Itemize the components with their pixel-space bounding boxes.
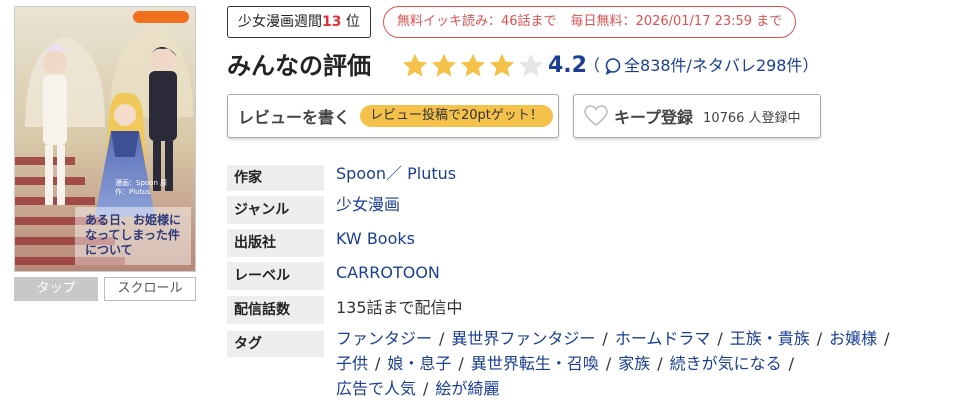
rating-stars — [401, 52, 545, 80]
episodes-label: 配信話数 — [227, 296, 324, 324]
info-row-tags: タグ — [227, 331, 324, 357]
keep-count: 10766 人登録中 — [703, 110, 801, 126]
genre-label: ジャンル — [227, 196, 324, 224]
info-row-author: 作家 Spoon／ Plutus — [227, 165, 456, 191]
imprint-value[interactable]: CARROTOON — [336, 262, 440, 290]
keep-button[interactable]: キープ登録 10766 人登録中 — [573, 94, 821, 138]
author-value[interactable]: Spoon／ Plutus — [336, 165, 456, 191]
keep-label: キープ登録 — [614, 108, 694, 127]
free-promo-badge: 無料イッキ読み：46話まで 毎日無料：2026/01/17 23:59 まで — [383, 6, 797, 38]
tag-link[interactable]: お嬢様 — [829, 329, 877, 348]
publisher-value[interactable]: KW Books — [336, 229, 415, 257]
speech-bubble-icon — [605, 58, 621, 75]
carrot-logo-icon — [133, 11, 189, 23]
heart-icon — [584, 105, 608, 126]
genre-value[interactable]: 少女漫画 — [336, 196, 400, 224]
tag-separator: / — [884, 329, 890, 348]
info-row-genre: ジャンル 少女漫画 — [227, 196, 400, 224]
tag-link[interactable]: 絵が綺麗 — [435, 379, 499, 398]
cover-image[interactable]: ある日、お姫様になってしまった件について 漫画：Spoon 原作：Plutus — [14, 6, 196, 272]
review-count-text: 全838件/ネタバレ298件 — [624, 56, 803, 75]
tag-link[interactable]: 異世界転生・召喚 — [471, 354, 599, 373]
tag-link[interactable]: 娘・息子 — [387, 354, 451, 373]
tag-link[interactable]: 続きが気になる — [670, 354, 782, 373]
write-review-button[interactable]: レビューを書く レビュー投稿で20ptゲット！ — [227, 94, 559, 138]
episodes-value: 135話まで配信中 — [336, 298, 463, 317]
review-reward-badge: レビュー投稿で20ptゲット！ — [360, 105, 553, 127]
star-filled-icon — [489, 53, 515, 77]
tag-separator: / — [788, 354, 795, 373]
rank-suffix: 位 — [341, 14, 360, 30]
tag-separator: / — [657, 354, 663, 373]
tag-separator: / — [605, 354, 612, 373]
tag-separator: / — [439, 329, 445, 348]
tags-label: タグ — [227, 331, 324, 357]
info-row-episodes: 配信話数 135話まで配信中 — [227, 296, 463, 324]
tag-separator: / — [375, 354, 381, 373]
tag-list: ファンタジー / 異世界ファンタジー / ホームドラマ / 王族・貴族 / お嬢様 / 子供 / 娘・息… — [336, 326, 936, 401]
write-review-label: レビューを書く — [238, 108, 351, 127]
tag-link[interactable]: 家族 — [618, 354, 650, 373]
scroll-mode-button[interactable]: スクロール — [104, 277, 196, 301]
rating-score: 4.2 — [548, 53, 587, 78]
tag-link[interactable]: 子供 — [336, 354, 368, 373]
publisher-label: 出版社 — [227, 229, 324, 257]
star-filled-icon — [402, 53, 428, 77]
rating-title: みんなの評価 — [227, 52, 371, 80]
daily-free-text: 毎日無料：2026/01/17 23:59 まで — [570, 14, 783, 29]
tag-separator: / — [423, 379, 429, 398]
tag-link[interactable]: 異世界ファンタジー — [451, 329, 595, 348]
info-row-label: レーベル CARROTOON — [227, 262, 440, 290]
imprint-label: レーベル — [227, 262, 324, 290]
info-row-publisher: 出版社 KW Books — [227, 229, 415, 257]
author-label: 作家 — [227, 165, 324, 191]
cover-title: ある日、お姫様になってしまった件について — [85, 213, 182, 257]
tag-separator: / — [602, 329, 608, 348]
count-open-paren: （ — [584, 56, 601, 75]
tag-link[interactable]: 王族・貴族 — [730, 329, 810, 348]
star-empty-icon — [518, 53, 544, 77]
tag-link[interactable]: ファンタジー — [336, 329, 432, 348]
free-read-text: 無料イッキ読み：46話まで — [397, 14, 557, 29]
tag-separator: / — [458, 354, 464, 373]
star-filled-icon — [431, 53, 457, 77]
star-filled-icon — [460, 53, 486, 77]
tap-mode-button[interactable]: タップ — [14, 277, 98, 301]
tag-separator: / — [717, 329, 723, 348]
rank-prefix: 少女漫画週間 — [238, 14, 322, 30]
cover-credit: 漫画：Spoon 原作：Plutus — [115, 179, 168, 196]
tag-separator: / — [816, 329, 823, 348]
count-close-paren: ） — [802, 56, 819, 75]
review-count-link[interactable]: （ 全838件/ネタバレ298件 ） — [584, 52, 819, 80]
tag-link[interactable]: 広告で人気 — [336, 379, 416, 398]
rank-badge[interactable]: 少女漫画週間13 位 — [227, 6, 371, 38]
rank-number: 13 — [322, 14, 342, 30]
tag-link[interactable]: ホームドラマ — [615, 329, 711, 348]
